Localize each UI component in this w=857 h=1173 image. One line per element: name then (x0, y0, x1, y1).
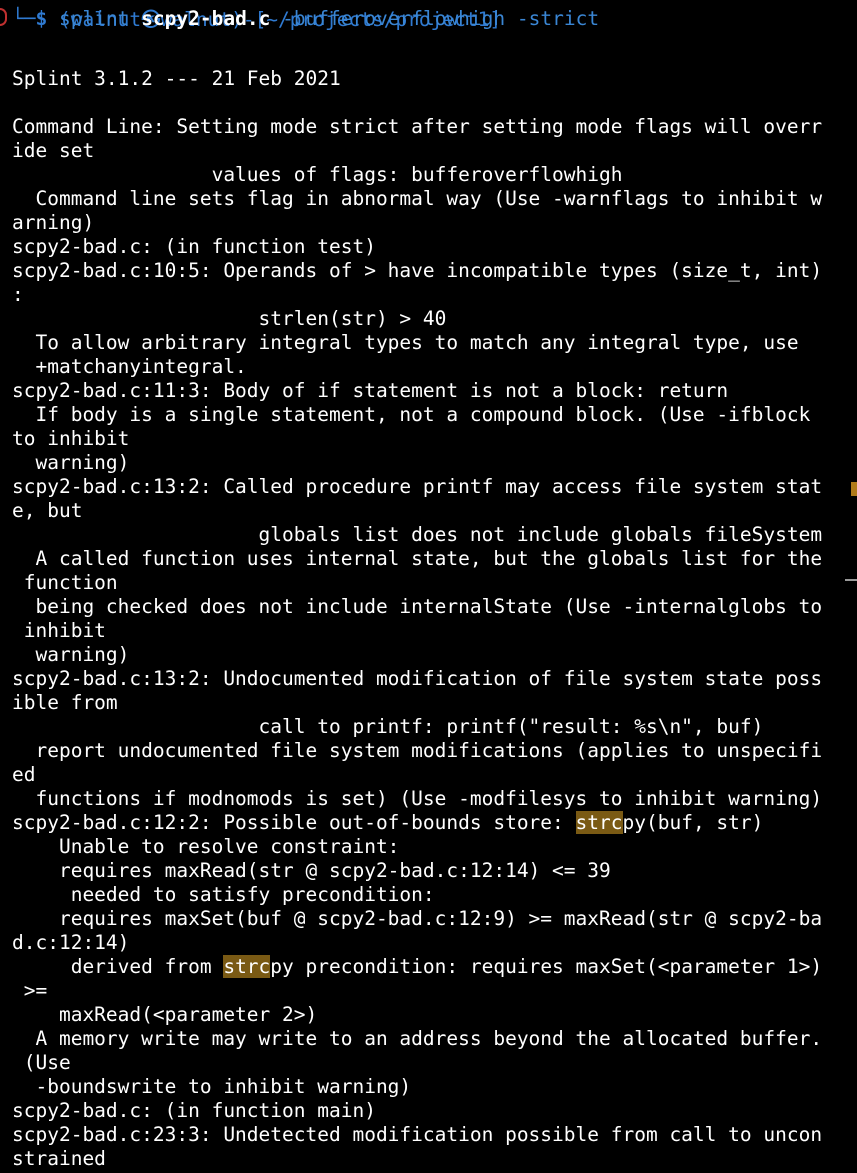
output-line: If body is a single statement, not a com… (12, 403, 811, 426)
output-line: scpy2-bad.c:13:2: Called procedure print… (12, 475, 823, 498)
output-line: report undocumented file system modifica… (12, 739, 823, 762)
output-line: -boundswrite to inhibit warning) (12, 1075, 412, 1098)
output-line: >= (12, 979, 48, 1002)
terminal-window[interactable]: (walnut㉿walnut)-[~/projects/project1] └─… (0, 0, 857, 1173)
output-line: call to printf: printf("result: %s\n", b… (12, 715, 764, 738)
output-line: strlen(str) > 40 (12, 307, 447, 330)
command-file: scpy2-bad.c (141, 7, 271, 30)
output-line: A called function uses internal state, b… (12, 547, 823, 570)
search-match-highlight: strc (575, 811, 623, 834)
output-line: inhibit (12, 619, 106, 642)
output-line: warning) (12, 451, 130, 474)
output-line: : (12, 283, 24, 306)
command-line: └─$ splint scpy2-bad.c -bufferoverflowhi… (12, 7, 599, 31)
output-line: scpy2-bad.c:23:3: Undetected modificatio… (12, 1123, 823, 1146)
output-line: derived from strcpy precondition: requir… (12, 955, 823, 978)
command-flags: -bufferoverflowhigh -strict (282, 7, 600, 30)
output-line: ide set (12, 139, 95, 162)
scrollbar-match-marker (851, 482, 857, 496)
output-line: functions if modnomods is set) (Use -mod… (12, 787, 823, 810)
search-match-highlight: strc (223, 955, 271, 978)
output-line: (Use (12, 1051, 71, 1074)
output-line: to inhibit (12, 427, 130, 450)
output-line: being checked does not include internalS… (12, 595, 823, 618)
output-line: +matchanyintegral. (12, 355, 247, 378)
output-line: arning) (12, 211, 95, 234)
output-line: ed (12, 763, 36, 786)
output-line: Splint 3.1.2 --- 21 Feb 2021 (12, 67, 341, 90)
output-line: To allow arbitrary integral types to mat… (12, 331, 799, 354)
exit-status-marker (0, 8, 7, 26)
output-line: strained (12, 1147, 106, 1170)
output-line: values of flags: bufferoverflowhigh (12, 163, 623, 186)
output-line: globals list does not include globals fi… (12, 523, 823, 546)
output-line: scpy2-bad.c:12:2: Possible out-of-bounds… (12, 811, 764, 834)
output-line: scpy2-bad.c:11:3: Body of if statement i… (12, 379, 729, 402)
output-line: requires maxSet(buf @ scpy2-bad.c:12:9) … (12, 907, 823, 930)
output-line: requires maxRead(str @ scpy2-bad.c:12:14… (12, 859, 611, 882)
output-line: A memory write may write to an address b… (12, 1027, 823, 1050)
output-line: Unable to resolve constraint: (12, 835, 400, 858)
command-name: splint (58, 7, 130, 30)
prompt-dollar: $ (35, 7, 48, 30)
prompt-corner: └─ (12, 7, 36, 30)
output-line: scpy2-bad.c:13:2: Undocumented modificat… (12, 667, 823, 690)
output-line: Command Line: Setting mode strict after … (12, 115, 823, 138)
output-line: scpy2-bad.c: (in function test) (12, 235, 376, 258)
output-line: Command line sets flag in abnormal way (… (12, 187, 823, 210)
output-line: maxRead(<parameter 2>) (12, 1003, 318, 1026)
output-line: e, but (12, 499, 83, 522)
output-line: warning) (12, 643, 130, 666)
scrollbar-position-indicator[interactable] (845, 579, 857, 581)
output-line: ible from (12, 691, 118, 714)
output-line: needed to satisfy precondition: (12, 883, 435, 906)
output-line: scpy2-bad.c:10:5: Operands of > have inc… (12, 259, 823, 282)
output-line: scpy2-bad.c: (in function main) (12, 1099, 376, 1122)
output-line: function (12, 571, 118, 594)
output-line: d.c:12:14) (12, 931, 130, 954)
